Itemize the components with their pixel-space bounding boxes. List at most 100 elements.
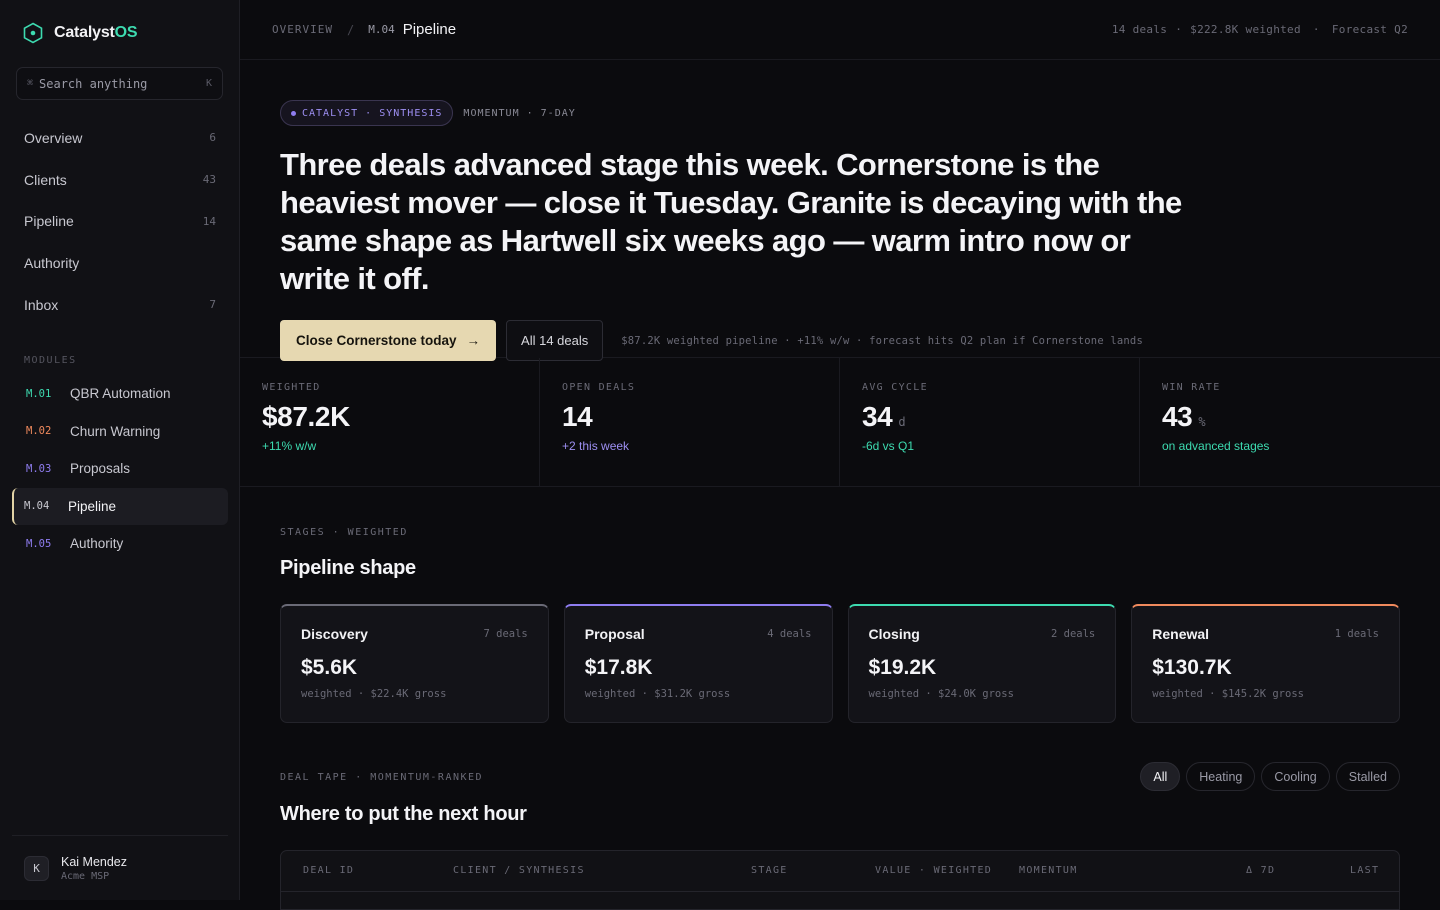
stage-header: Renewal 1 deals bbox=[1152, 626, 1379, 642]
close-cornerstone-button[interactable]: Close Cornerstone today → bbox=[280, 320, 497, 361]
module-item-m03[interactable]: M.03 Proposals bbox=[12, 450, 228, 488]
stage-weighted-value: $19.2K bbox=[868, 656, 937, 679]
breadcrumb-overview[interactable]: OVERVIEW bbox=[272, 23, 333, 36]
brand-name: CatalystOS bbox=[54, 24, 138, 41]
kpi-unit: % bbox=[1198, 415, 1206, 429]
kpi-label: OPEN DEALS bbox=[562, 382, 636, 393]
stage-header: Discovery 7 deals bbox=[301, 626, 528, 642]
kpi-delta: +11% w/w bbox=[262, 439, 317, 453]
column-header[interactable]: VALUE · WEIGHTED bbox=[875, 865, 992, 876]
kpi-number: 34 bbox=[862, 401, 893, 432]
module-label: Authority bbox=[70, 536, 124, 552]
sidebar-item-inbox[interactable]: Inbox 7 bbox=[12, 284, 228, 326]
user-name: Kai Mendez bbox=[61, 854, 128, 869]
main-nav: Overview 6 Clients 43 Pipeline 14 Authority Inb… bbox=[12, 117, 228, 325]
column-header[interactable]: CLIENT / SYNTHESIS bbox=[453, 865, 585, 876]
module-code: M.05 bbox=[26, 537, 52, 550]
sidebar-item-count: 43 bbox=[202, 173, 216, 187]
module-item-m01[interactable]: M.01 QBR Automation bbox=[12, 375, 228, 413]
kpi-open-deals: OPEN DEALS 14 +2 this week bbox=[540, 358, 840, 487]
stage-deal-count: 7 deals bbox=[483, 628, 528, 640]
sidebar-item-label: Authority bbox=[24, 254, 80, 271]
stage-weighted-value: $5.6K bbox=[301, 656, 358, 679]
stage-header: Proposal 4 deals bbox=[585, 626, 812, 642]
kpi-value: $87.2K bbox=[262, 401, 517, 433]
search-shortcut: K bbox=[205, 78, 212, 89]
tape-title: Where to put the next hour bbox=[280, 803, 527, 825]
synthesis-pill: CATALYST · SYNTHESIS bbox=[280, 100, 454, 126]
module-code: M.02 bbox=[26, 425, 52, 438]
hexagon-logo-icon bbox=[23, 22, 43, 44]
sidebar-item-label: Clients bbox=[24, 171, 67, 188]
filter-heating[interactable]: Heating bbox=[1186, 762, 1256, 791]
kpi-number: 43 bbox=[1162, 401, 1193, 432]
stage-gross: weighted · $24.0K gross bbox=[868, 688, 1014, 700]
search-input[interactable]: ⌘ Search anything K bbox=[16, 67, 223, 100]
deal-table: DEAL ID CLIENT / SYNTHESIS STAGE VALUE · WE… bbox=[280, 850, 1400, 910]
module-item-m04[interactable]: M.04 Pipeline bbox=[12, 487, 228, 525]
kpi-label: WEIGHTED bbox=[262, 382, 321, 393]
table-header: DEAL ID CLIENT / SYNTHESIS STAGE VALUE · WE… bbox=[281, 851, 1399, 892]
stages-label: STAGES · WEIGHTED bbox=[280, 527, 408, 538]
module-code: M.04 bbox=[24, 500, 50, 513]
sidebar-item-overview[interactable]: Overview 6 bbox=[12, 117, 228, 159]
kpi-win-rate: WIN RATE 43% on advanced stages bbox=[1140, 358, 1440, 487]
stage-deal-count: 4 deals bbox=[767, 628, 812, 640]
pipeline-meta: $87.2K weighted pipeline · +11% w/w · fo… bbox=[621, 334, 1143, 347]
stage-deal-count: 1 deals bbox=[1334, 628, 1379, 640]
column-header[interactable]: Δ 7D bbox=[1246, 865, 1275, 876]
sidebar-item-pipeline[interactable]: Pipeline 14 bbox=[12, 200, 228, 242]
kpi-delta: +2 this week bbox=[562, 439, 630, 453]
module-code: M.01 bbox=[26, 387, 52, 400]
stage-name: Proposal bbox=[584, 626, 645, 642]
kpi-strip: WEIGHTED $87.2K +11% w/w OPEN DEALS 14 +2 thi… bbox=[240, 358, 1440, 487]
stage-card-renewal[interactable]: Renewal 1 deals $130.7K weighted · $145.2K … bbox=[1131, 604, 1400, 723]
stage-weighted-value: $17.8K bbox=[584, 656, 653, 679]
user-profile[interactable]: K Kai Mendez Acme MSP bbox=[12, 835, 228, 900]
weighted-total: $222.8K weighted bbox=[1190, 23, 1301, 36]
module-label: Pipeline bbox=[68, 498, 117, 514]
module-label: Proposals bbox=[70, 461, 131, 477]
sidebar-item-authority[interactable]: Authority bbox=[12, 242, 228, 284]
filter-all[interactable]: All bbox=[1140, 762, 1181, 791]
column-header[interactable]: LAST bbox=[1350, 865, 1379, 876]
column-header[interactable]: MOMENTUM bbox=[1019, 865, 1078, 876]
stage-gross: weighted · $31.2K gross bbox=[584, 688, 731, 700]
column-header[interactable]: DEAL ID bbox=[303, 865, 354, 876]
deal-count: 14 deals bbox=[1111, 23, 1168, 36]
column-header[interactable]: STAGE bbox=[751, 865, 788, 876]
kpi-number: $87.2K bbox=[262, 401, 350, 432]
kpi-value: 43% bbox=[1162, 401, 1418, 433]
filter-cooling[interactable]: Cooling bbox=[1261, 762, 1330, 791]
all-deals-button[interactable]: All 14 deals bbox=[506, 320, 604, 361]
stage-cards: Discovery 7 deals $5.6K weighted · $22.4K g… bbox=[280, 604, 1400, 723]
filter-stalled[interactable]: Stalled bbox=[1335, 762, 1400, 791]
sidebar-item-count: 7 bbox=[209, 298, 216, 312]
stage-card-discovery[interactable]: Discovery 7 deals $5.6K weighted · $22.4K g… bbox=[280, 604, 549, 723]
module-item-m05[interactable]: M.05 Authority bbox=[12, 525, 228, 563]
stage-weighted-value: $130.7K bbox=[1152, 656, 1232, 679]
kpi-number: 14 bbox=[562, 401, 593, 432]
module-code: M.03 bbox=[26, 462, 52, 475]
sidebar-item-label: Pipeline bbox=[24, 213, 74, 230]
brand[interactable]: CatalystOS bbox=[22, 22, 138, 44]
sidebar-item-label: Overview bbox=[24, 129, 83, 146]
forecast-label[interactable]: Forecast Q2 bbox=[1332, 23, 1408, 36]
module-item-m02[interactable]: M.02 Churn Warning bbox=[12, 413, 228, 451]
kpi-delta: -6d vs Q1 bbox=[862, 439, 915, 453]
kpi-value: 34 d bbox=[862, 401, 1117, 433]
sidebar-item-clients[interactable]: Clients 43 bbox=[12, 159, 228, 201]
kpi-label: AVG CYCLE bbox=[862, 382, 928, 393]
kpi-weighted: WEIGHTED $87.2K +11% w/w bbox=[240, 358, 540, 487]
topbar-summary: 14 deals · $222.8K weighted · Forecast Q2 bbox=[1111, 23, 1408, 36]
module-label: QBR Automation bbox=[70, 386, 171, 402]
breadcrumb-separator: / bbox=[346, 22, 355, 37]
stage-card-closing[interactable]: Closing 2 deals $19.2K weighted · $24.0K gr… bbox=[847, 604, 1117, 723]
stage-card-proposal[interactable]: Proposal 4 deals $17.8K weighted · $31.2K g… bbox=[563, 604, 833, 723]
arrow-right-icon: → bbox=[466, 333, 481, 348]
modules-list: M.01 QBR Automation M.02 Churn Warning M.03 P… bbox=[12, 375, 228, 563]
tape-label: DEAL TAPE · MOMENTUM-RANKED bbox=[280, 772, 484, 783]
sidebar: CatalystOS ⌘ Search anything K Overview 6… bbox=[0, 0, 240, 900]
command-icon: ⌘ bbox=[27, 78, 34, 89]
synthesis-hero: CATALYST · SYNTHESIS MOMENTUM · 7-DAY Th… bbox=[240, 60, 1440, 361]
